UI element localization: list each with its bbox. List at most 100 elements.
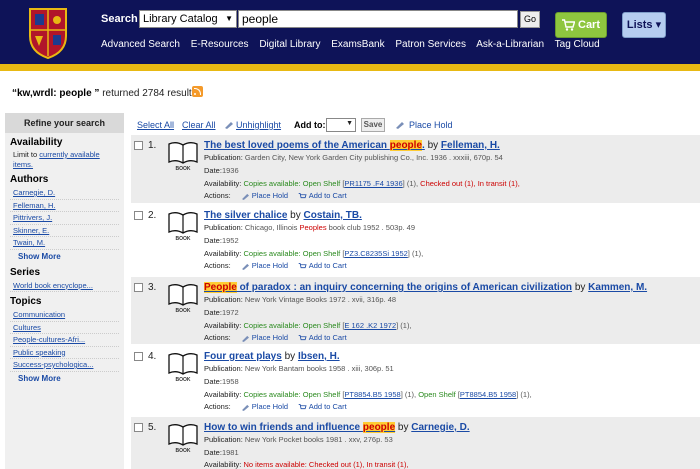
call-number-link[interactable]: PT8854.B5 1958 bbox=[460, 390, 516, 399]
result-row: 5. BOOK How to win friends and influence… bbox=[131, 417, 700, 469]
facet-author-item[interactable]: Felleman, H. bbox=[10, 200, 119, 212]
place-hold-icon bbox=[241, 404, 249, 411]
place-hold-label: Place Hold bbox=[251, 261, 289, 270]
call-number-link[interactable]: E 162 .K2 1972 bbox=[344, 321, 396, 330]
add-to-cart-link[interactable]: Add to Cart bbox=[298, 402, 347, 411]
result-checkbox[interactable] bbox=[134, 283, 143, 292]
title-highlight: people bbox=[389, 140, 423, 151]
facet-author-item[interactable]: Skinner, E. bbox=[10, 225, 119, 237]
publication-text: New York Vintage Books 1972 . xvii, 316p… bbox=[244, 295, 397, 304]
clear-all-link[interactable]: Clear All bbox=[182, 120, 216, 130]
nav-patron-services[interactable]: Patron Services bbox=[395, 39, 466, 50]
select-all-link[interactable]: Select All bbox=[137, 120, 174, 130]
availability-status: Checked out (1), In transit (1), bbox=[420, 179, 520, 188]
publication-line: Publication: New York Bantam books 1958 … bbox=[204, 364, 394, 373]
results-summary: “kw,wrdl: people ” returned 2784 results… bbox=[12, 88, 199, 99]
nav-advanced-search[interactable]: Advanced Search bbox=[101, 39, 180, 50]
add-to-cart-label: Add to Cart bbox=[308, 402, 347, 411]
result-row: 1. BOOK The best loved poems of the Amer… bbox=[131, 135, 700, 203]
search-scope-select[interactable]: Library Catalog ▼ bbox=[139, 10, 237, 28]
facet-topic-item[interactable]: Communication bbox=[10, 309, 119, 322]
search-input[interactable]: people bbox=[238, 10, 518, 28]
facet-authors: Authors Carnegie, D. Felleman, H. Pittri… bbox=[5, 170, 124, 263]
unhighlight-link[interactable]: Unhighlight bbox=[236, 120, 281, 130]
add-to-cart-link[interactable]: Add to Cart bbox=[298, 333, 347, 342]
nav-ask-a-librarian[interactable]: Ask-a-Librarian bbox=[476, 39, 544, 50]
nav-examsbank[interactable]: ExamsBank bbox=[331, 39, 384, 50]
results-toolbar: Select All Clear All Unhighlight Add to:… bbox=[131, 117, 700, 133]
facet-topic-item[interactable]: Success-psychologica... bbox=[10, 359, 119, 372]
cart-icon bbox=[298, 262, 307, 268]
date-value: 1958 bbox=[221, 377, 239, 386]
result-author-link[interactable]: Felleman, H. bbox=[441, 140, 500, 151]
result-title[interactable]: The best loved poems of the American peo… bbox=[204, 140, 500, 151]
place-hold-link[interactable]: Place Hold bbox=[241, 191, 288, 200]
facet-topic-item[interactable]: Public speaking bbox=[10, 347, 119, 359]
result-checkbox[interactable] bbox=[134, 141, 143, 150]
result-author-link[interactable]: Ibsen, H. bbox=[298, 351, 340, 362]
topics-show-more[interactable]: Show More bbox=[10, 372, 119, 385]
facet-title-topics: Topics bbox=[10, 296, 42, 307]
authors-show-more[interactable]: Show More bbox=[10, 250, 119, 263]
facet-topic-item[interactable]: Cultures bbox=[10, 322, 119, 334]
availability-limit: Limit to currently available items. bbox=[10, 150, 119, 170]
actions-label: Actions: bbox=[204, 333, 231, 342]
university-crest-logo[interactable] bbox=[27, 6, 69, 60]
availability-label: Availability: bbox=[204, 321, 242, 330]
place-hold-link[interactable]: Place Hold bbox=[409, 120, 453, 130]
cart-button[interactable]: Cart bbox=[555, 12, 607, 38]
nav-digital-library[interactable]: Digital Library bbox=[259, 39, 320, 50]
place-hold-link[interactable]: Place Hold bbox=[241, 402, 288, 411]
facet-series-item[interactable]: World book encyclope... bbox=[10, 280, 119, 292]
availability-count: (1), bbox=[409, 249, 424, 258]
place-hold-link[interactable]: Place Hold bbox=[241, 261, 288, 270]
add-to-cart-label: Add to Cart bbox=[308, 261, 347, 270]
place-hold-label: Place Hold bbox=[251, 333, 289, 342]
call-number-link[interactable]: PT8854.B5 1958 bbox=[344, 390, 400, 399]
result-number: 4. bbox=[148, 351, 157, 362]
facet-author-item[interactable]: Twain, M. bbox=[10, 237, 119, 250]
call-number-link[interactable]: PZ3.C8235Si 1952 bbox=[344, 249, 407, 258]
result-title[interactable]: How to win friends and influence people … bbox=[204, 422, 470, 433]
publication-label: Publication: bbox=[204, 435, 243, 444]
actions-line: Actions: Place Hold Add to Cart bbox=[204, 333, 347, 342]
nav-tag-cloud[interactable]: Tag Cloud bbox=[555, 39, 600, 50]
facet-topic-item[interactable]: People-cultures-Afri... bbox=[10, 334, 119, 347]
nav-e-resources[interactable]: E-Resources bbox=[191, 39, 249, 50]
publication-label: Publication: bbox=[204, 153, 243, 162]
facet-availability: Availability Limit to currently availabl… bbox=[5, 133, 124, 170]
facet-author-item[interactable]: Carnegie, D. bbox=[10, 187, 119, 200]
rss-feed-icon[interactable] bbox=[192, 86, 203, 97]
title-text: How to win friends and influence bbox=[204, 422, 363, 433]
call-number-link[interactable]: PR1175 .F4 1936 bbox=[344, 179, 402, 188]
result-title[interactable]: Four great plays by Ibsen, H. bbox=[204, 351, 340, 362]
go-button[interactable]: Go bbox=[520, 11, 540, 28]
result-row: 2. BOOK The silver chalice by Costain, T… bbox=[131, 205, 700, 275]
result-author-link[interactable]: Kammen, M. bbox=[588, 282, 647, 293]
place-hold-label: Place Hold bbox=[251, 402, 289, 411]
save-button[interactable]: Save bbox=[361, 118, 385, 132]
add-to-cart-label: Add to Cart bbox=[308, 333, 347, 342]
availability-label: Availability: bbox=[204, 390, 242, 399]
publication-text: New York Bantam books 1958 . xiii, 306p.… bbox=[244, 364, 394, 373]
facet-author-item[interactable]: Pittrivers, J. bbox=[10, 212, 119, 225]
add-to-select[interactable]: ▼ bbox=[326, 118, 356, 132]
title-highlight: People bbox=[204, 282, 237, 293]
result-title[interactable]: People of paradox : an inquiry concernin… bbox=[204, 282, 647, 293]
availability-label: Availability: bbox=[204, 460, 242, 469]
cart-label: Cart bbox=[578, 19, 601, 31]
result-checkbox[interactable] bbox=[134, 352, 143, 361]
date-label: Date: bbox=[204, 448, 222, 457]
result-title[interactable]: The silver chalice by Costain, TB. bbox=[204, 210, 362, 221]
place-hold-link[interactable]: Place Hold bbox=[241, 333, 288, 342]
add-to-cart-link[interactable]: Add to Cart bbox=[298, 191, 347, 200]
add-to-cart-link[interactable]: Add to Cart bbox=[298, 261, 347, 270]
place-hold-label: Place Hold bbox=[251, 191, 289, 200]
result-author-link[interactable]: Costain, TB. bbox=[304, 210, 362, 221]
date-label: Date: bbox=[204, 166, 222, 175]
result-author-link[interactable]: Carnegie, D. bbox=[411, 422, 469, 433]
book-icon bbox=[168, 212, 198, 234]
result-checkbox[interactable] bbox=[134, 211, 143, 220]
result-checkbox[interactable] bbox=[134, 423, 143, 432]
lists-button[interactable]: Lists ▾ bbox=[622, 12, 666, 38]
